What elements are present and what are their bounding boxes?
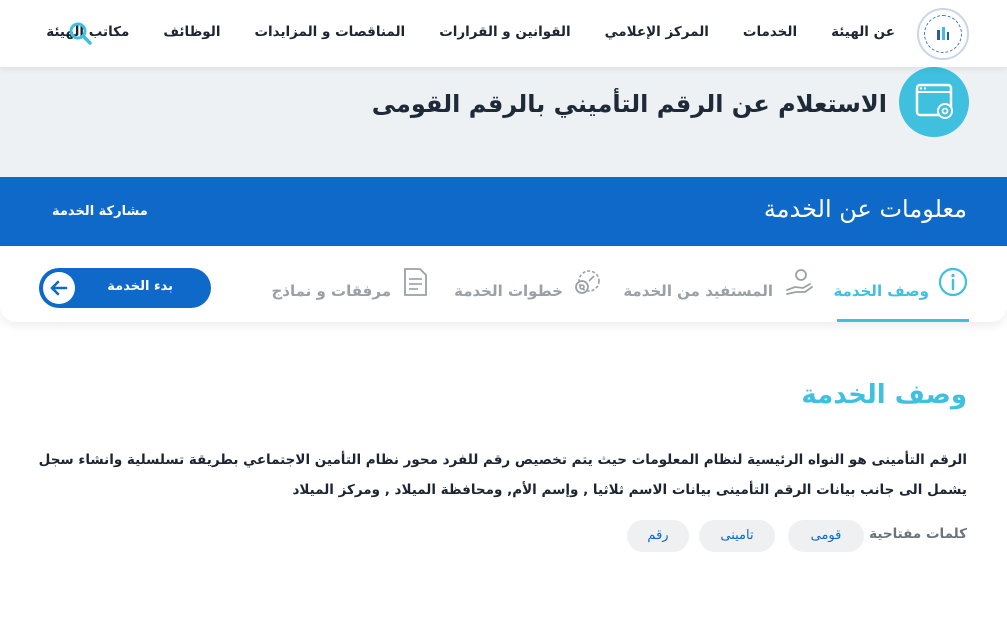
start-service-button[interactable]: بدء الخدمة (39, 268, 211, 308)
page-title: الاستعلام عن الرقم التأميني بالرقم القوم… (371, 90, 887, 118)
service-description: الرقم التأمينى هو النواه الرئيسية لنظام … (38, 452, 967, 498)
start-service-label: بدء الخدمة (107, 279, 173, 294)
tab-label: وصف الخدمة (833, 282, 929, 300)
search-icon[interactable] (68, 21, 92, 45)
tab-beneficiary[interactable]: المستفيد من الخدمة (623, 264, 815, 322)
organization-logo[interactable] (917, 8, 969, 60)
service-info-bar: معلومات عن الخدمة مشاركة الخدمة (0, 177, 1007, 246)
document-icon (404, 268, 427, 296)
keyword-chip[interactable]: قومى (788, 520, 864, 552)
tab-service-description[interactable]: وصف الخدمة (833, 264, 969, 322)
page-header: الاستعلام عن الرقم التأميني بالرقم القوم… (0, 67, 1007, 177)
beneficiary-icon (786, 269, 813, 295)
main-nav: عن الهيئة الخدمات المركز الإعلامي القوان… (12, 24, 895, 40)
steps-gear-icon (575, 270, 600, 294)
tab-label: المستفيد من الخدمة (623, 282, 773, 300)
tab-label: مرفقات و نماذج (271, 282, 391, 300)
arrow-left-icon (43, 272, 75, 304)
share-service-link[interactable]: مشاركة الخدمة (52, 204, 148, 219)
tab-attachments[interactable]: مرفقات و نماذج (271, 264, 431, 322)
nav-tenders[interactable]: المناقصات و المزايدات (254, 24, 405, 40)
tab-label: خطوات الخدمة (454, 282, 563, 300)
keywords-label: كلمات مفتاحية : (859, 526, 967, 542)
top-navbar: عن الهيئة الخدمات المركز الإعلامي القوان… (0, 0, 1007, 67)
keyword-chip[interactable]: تامينى (699, 520, 775, 552)
nav-about[interactable]: عن الهيئة (831, 24, 895, 40)
keyword-chip[interactable]: رقم (627, 520, 689, 552)
section-title: وصف الخدمة (801, 380, 967, 410)
nav-jobs[interactable]: الوظائف (163, 24, 220, 40)
logo-mark-icon (937, 27, 949, 40)
service-tabs: وصف الخدمة المستفيد من الخدمة خطوات الخد… (0, 246, 1007, 322)
info-icon (938, 267, 968, 297)
tab-service-steps[interactable]: خطوات الخدمة (453, 264, 603, 322)
active-tab-indicator (837, 319, 969, 322)
nav-media-center[interactable]: المركز الإعلامي (605, 24, 709, 40)
nav-laws[interactable]: القوانين و القرارات (439, 24, 570, 40)
service-browser-icon (899, 67, 969, 137)
nav-services[interactable]: الخدمات (743, 24, 797, 40)
service-info-title: معلومات عن الخدمة (763, 195, 967, 223)
